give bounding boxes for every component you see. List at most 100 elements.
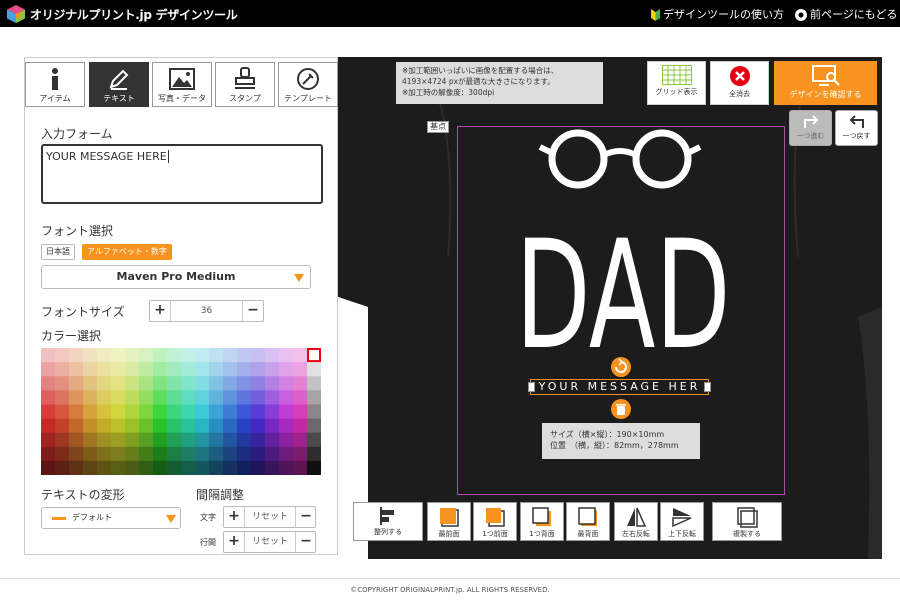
color-swatch[interactable]: [41, 446, 56, 462]
color-swatch[interactable]: [41, 376, 56, 391]
color-swatch[interactable]: [69, 376, 84, 391]
font-size-value[interactable]: 36: [170, 301, 243, 321]
color-swatch[interactable]: [209, 404, 224, 419]
color-swatch[interactable]: [181, 390, 196, 405]
color-swatch[interactable]: [139, 362, 154, 377]
color-swatch[interactable]: [279, 460, 294, 475]
color-swatch[interactable]: [293, 404, 308, 419]
color-swatch[interactable]: [279, 376, 294, 391]
text-transform-dropdown[interactable]: デフォルト: [41, 507, 181, 529]
color-swatch[interactable]: [111, 460, 126, 475]
send-backward-button[interactable]: 1つ背面: [520, 502, 564, 541]
color-swatch[interactable]: [209, 432, 224, 448]
color-swatch[interactable]: [97, 376, 112, 391]
text-selection-box[interactable]: YOUR MESSAGE HER: [528, 379, 711, 395]
color-swatch[interactable]: [83, 418, 98, 433]
color-swatch[interactable]: [55, 362, 70, 377]
line-spacing-reset[interactable]: リセット: [244, 532, 296, 552]
color-swatch[interactable]: [237, 446, 252, 462]
rotate-handle[interactable]: [610, 356, 632, 378]
color-swatch[interactable]: [153, 446, 168, 462]
color-swatch[interactable]: [167, 432, 182, 448]
color-swatch[interactable]: [111, 446, 126, 462]
color-swatch[interactable]: [153, 460, 168, 475]
color-swatch[interactable]: [111, 418, 126, 433]
send-to-back-button[interactable]: 最背面: [566, 502, 610, 541]
logo-text[interactable]: オリジナルプリント.jp デザインツール: [30, 6, 238, 23]
color-swatch[interactable]: [97, 460, 112, 475]
color-swatch[interactable]: [69, 446, 84, 462]
color-swatch[interactable]: [293, 390, 308, 405]
color-swatch[interactable]: [83, 376, 98, 391]
color-swatch[interactable]: [167, 376, 182, 391]
color-swatch[interactable]: [139, 376, 154, 391]
color-swatch[interactable]: [307, 376, 321, 391]
color-swatch[interactable]: [125, 446, 140, 462]
color-swatch[interactable]: [97, 404, 112, 419]
font-size-increase-button[interactable]: +: [150, 301, 170, 321]
color-swatch[interactable]: [55, 390, 70, 405]
color-swatch[interactable]: [293, 362, 308, 377]
color-swatch[interactable]: [265, 418, 280, 433]
color-swatch[interactable]: [279, 446, 294, 462]
color-swatch[interactable]: [251, 390, 266, 405]
color-swatch[interactable]: [111, 376, 126, 391]
color-swatch[interactable]: [139, 446, 154, 462]
color-swatch[interactable]: [167, 446, 182, 462]
color-swatch[interactable]: [307, 404, 321, 419]
color-swatch[interactable]: [111, 404, 126, 419]
color-swatch[interactable]: [293, 348, 308, 363]
color-swatch[interactable]: [181, 460, 196, 475]
color-swatch[interactable]: [237, 376, 252, 391]
color-swatch[interactable]: [69, 362, 84, 377]
grid-toggle-button[interactable]: グリッド表示: [647, 61, 706, 105]
color-swatch[interactable]: [195, 404, 210, 419]
color-swatch[interactable]: [279, 348, 294, 363]
color-swatch[interactable]: [307, 390, 321, 405]
color-swatch[interactable]: [125, 362, 140, 377]
dad-text-graphic[interactable]: DAD: [508, 207, 738, 357]
duplicate-button[interactable]: 複製する: [712, 502, 782, 541]
color-swatch[interactable]: [251, 460, 266, 475]
color-swatch[interactable]: [195, 460, 210, 475]
glasses-graphic[interactable]: [538, 127, 704, 189]
color-swatch[interactable]: [209, 418, 224, 433]
color-swatch[interactable]: [41, 348, 56, 363]
char-spacing-decrease-button[interactable]: −: [296, 507, 316, 527]
color-swatch[interactable]: [265, 348, 280, 363]
tab-template[interactable]: テンプレート: [278, 62, 338, 107]
color-swatch[interactable]: [125, 348, 140, 363]
color-swatch[interactable]: [307, 362, 321, 377]
color-swatch[interactable]: [153, 362, 168, 377]
color-swatch[interactable]: [293, 446, 308, 462]
color-swatch[interactable]: [83, 404, 98, 419]
color-swatch[interactable]: [97, 348, 112, 363]
char-spacing-increase-button[interactable]: +: [224, 507, 244, 527]
color-swatch[interactable]: [181, 348, 196, 363]
font-size-decrease-button[interactable]: −: [243, 301, 263, 321]
color-swatch[interactable]: [167, 348, 182, 363]
color-swatch[interactable]: [195, 390, 210, 405]
color-swatch[interactable]: [139, 404, 154, 419]
font-tab-japanese[interactable]: 日本語: [41, 244, 75, 260]
color-swatch[interactable]: [223, 390, 238, 405]
color-swatch[interactable]: [167, 404, 182, 419]
color-swatch[interactable]: [265, 460, 280, 475]
color-swatch[interactable]: [111, 390, 126, 405]
color-swatch[interactable]: [307, 460, 321, 475]
color-swatch[interactable]: [293, 376, 308, 391]
color-swatch[interactable]: [279, 362, 294, 377]
color-swatch[interactable]: [251, 446, 266, 462]
char-spacing-reset[interactable]: リセット: [244, 507, 296, 527]
color-swatch[interactable]: [265, 432, 280, 448]
color-swatch[interactable]: [251, 418, 266, 433]
flip-vertical-button[interactable]: 上下反転: [660, 502, 704, 541]
color-swatch[interactable]: [167, 362, 182, 377]
help-link[interactable]: デザインツールの使い方: [651, 6, 784, 22]
color-swatch[interactable]: [237, 460, 252, 475]
color-swatch[interactable]: [153, 390, 168, 405]
color-swatch[interactable]: [195, 376, 210, 391]
color-swatch[interactable]: [279, 390, 294, 405]
color-swatch[interactable]: [41, 390, 56, 405]
color-swatch[interactable]: [97, 446, 112, 462]
